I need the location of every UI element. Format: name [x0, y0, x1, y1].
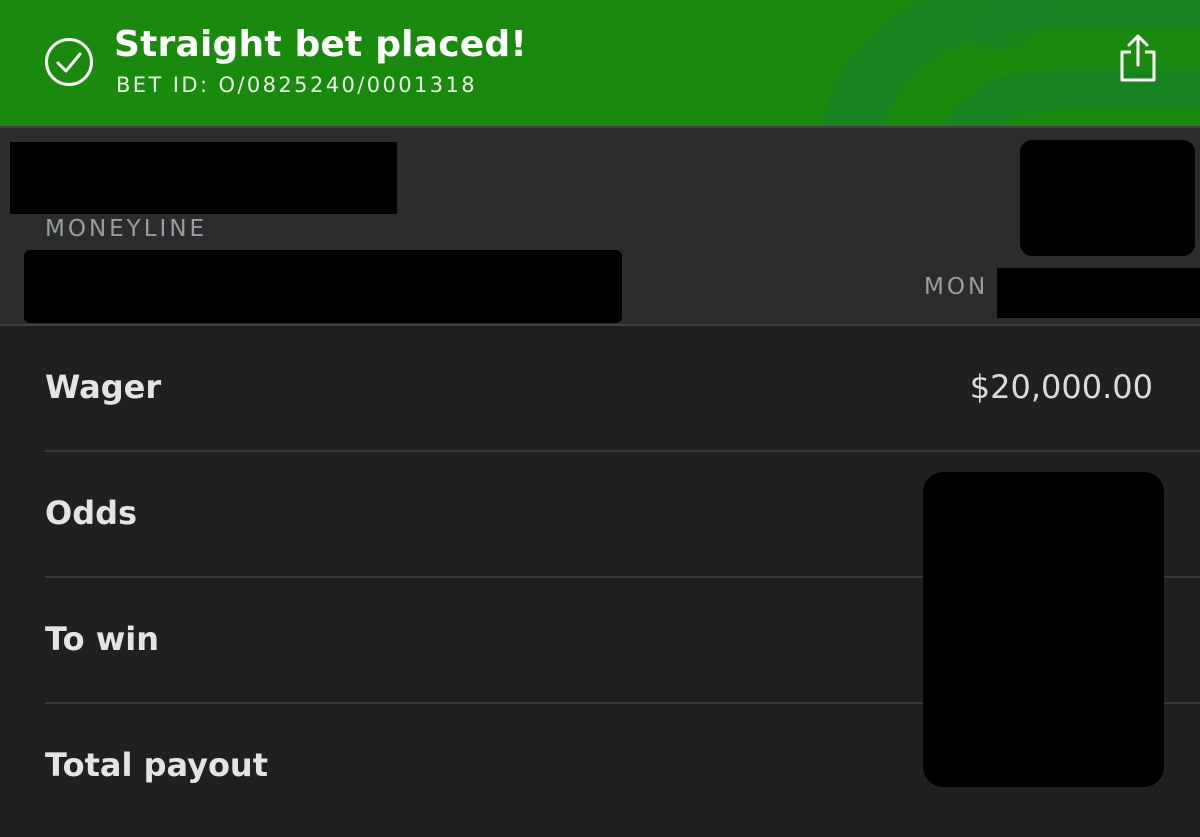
share-icon	[1120, 34, 1156, 82]
redacted-payout-values	[923, 472, 1164, 787]
bet-summary: MONEYLINE MON	[0, 126, 1200, 326]
check-circle-icon	[45, 38, 93, 86]
success-banner: Straight bet placed! BET ID: O/0825240/0…	[0, 0, 1200, 126]
redacted-selection	[10, 142, 397, 214]
wager-row: Wager $20,000.00	[45, 326, 1200, 452]
wager-value: $20,000.00	[969, 368, 1153, 406]
redacted-team-logo	[1020, 140, 1195, 256]
market-label: MONEYLINE	[45, 216, 208, 242]
redacted-event-time	[997, 268, 1200, 318]
wager-label: Wager	[45, 368, 162, 406]
to-win-label: To win	[45, 620, 160, 658]
redacted-matchup	[24, 250, 622, 323]
share-button[interactable]	[1110, 30, 1166, 86]
bet-id: BET ID: O/0825240/0001318	[116, 73, 478, 97]
banner-title: Straight bet placed!	[114, 24, 527, 65]
bet-details: Wager $20,000.00 Odds To win Total payou…	[0, 326, 1200, 837]
odds-label: Odds	[45, 494, 138, 532]
bet-confirmation-screen: Straight bet placed! BET ID: O/0825240/0…	[0, 0, 1200, 837]
total-payout-label: Total payout	[45, 746, 268, 784]
event-date: MON	[924, 274, 989, 300]
